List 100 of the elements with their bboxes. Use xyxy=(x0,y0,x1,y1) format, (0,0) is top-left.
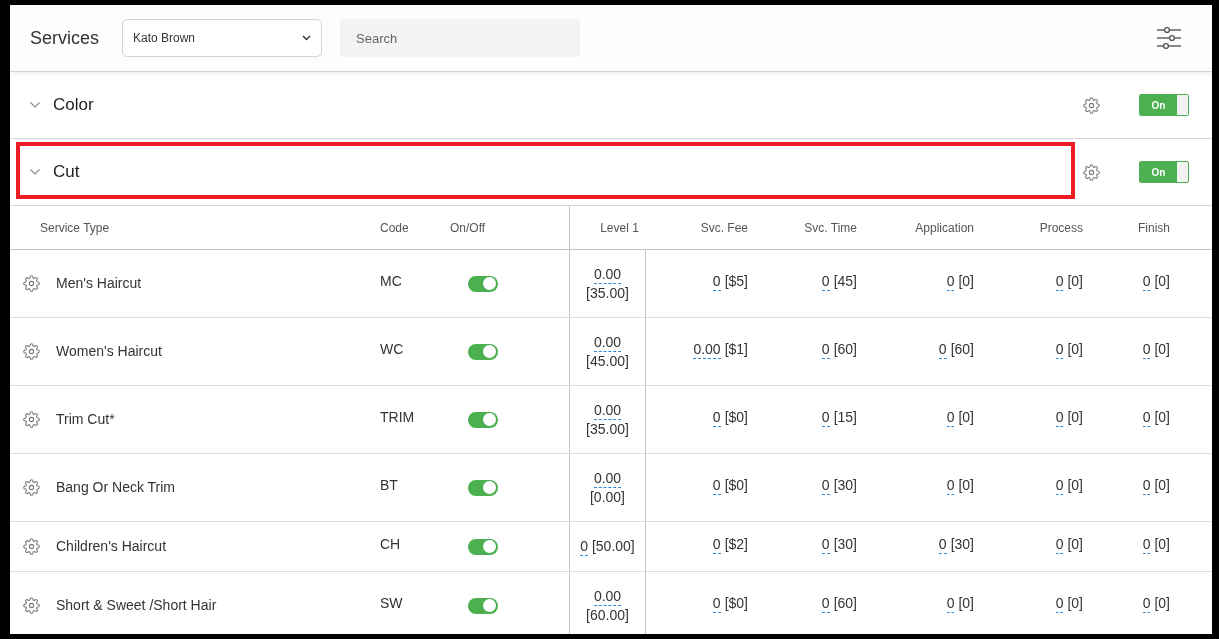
default-value: [0] xyxy=(1067,536,1083,554)
filter-sliders-icon[interactable] xyxy=(1157,27,1181,49)
editable-value[interactable]: 0.00 xyxy=(593,588,622,606)
toggle-switch[interactable] xyxy=(468,538,498,555)
category-title[interactable]: Cut xyxy=(53,159,80,185)
toggle-switch[interactable] xyxy=(468,597,498,614)
service-name: Children's Haircut xyxy=(56,537,167,556)
editable-value[interactable]: 0 xyxy=(821,536,830,554)
editable-value[interactable]: 0 xyxy=(712,409,721,427)
gear-icon[interactable] xyxy=(23,597,40,614)
editable-value[interactable]: 0 xyxy=(938,341,947,359)
default-value: [0] xyxy=(1154,409,1170,427)
default-value: [$0] xyxy=(724,409,748,427)
editable-value[interactable]: 0 xyxy=(712,273,721,291)
editable-value[interactable]: 0 xyxy=(712,536,721,554)
column-header: Svc. Time xyxy=(804,219,857,237)
default-value: [0] xyxy=(1067,273,1083,291)
gear-icon[interactable] xyxy=(1083,163,1100,181)
service-code: BT xyxy=(380,476,398,495)
editable-value[interactable]: 0.00 xyxy=(593,266,622,284)
default-value: [$2] xyxy=(724,536,748,554)
chevron-down-icon[interactable] xyxy=(30,102,40,108)
toggle-switch[interactable] xyxy=(468,411,498,428)
default-value: [30] xyxy=(950,536,974,554)
editable-value[interactable]: 0 xyxy=(712,477,721,495)
page-title: Services xyxy=(30,27,100,48)
service-code: SW xyxy=(380,594,403,613)
default-value: [0] xyxy=(958,273,974,291)
gear-icon[interactable] xyxy=(23,538,40,555)
editable-value[interactable]: 0 xyxy=(821,273,830,291)
editable-value[interactable]: 0 xyxy=(1055,477,1064,495)
column-header: Service Type xyxy=(40,219,110,237)
editable-value[interactable]: 0 xyxy=(821,477,830,495)
service-code: TRIM xyxy=(380,408,415,427)
default-value: [60.00] xyxy=(586,606,629,624)
column-header: Svc. Fee xyxy=(700,219,748,237)
default-value: [0] xyxy=(1154,341,1170,359)
default-value: [0] xyxy=(958,477,974,495)
gear-icon[interactable] xyxy=(23,411,40,428)
search-field[interactable]: Search xyxy=(340,19,580,57)
editable-value[interactable]: 0.00 xyxy=(593,470,622,488)
service-name: Women's Haircut xyxy=(56,342,162,361)
editable-value[interactable]: 0 xyxy=(1055,409,1064,427)
default-value: [60] xyxy=(950,341,974,359)
editable-value[interactable]: 0 xyxy=(821,409,830,427)
editable-value[interactable]: 0 xyxy=(1055,536,1064,554)
editable-value[interactable]: 0 xyxy=(1055,595,1064,613)
editable-value[interactable]: 0 xyxy=(1142,477,1151,495)
default-value: [0] xyxy=(1154,477,1170,495)
editable-value[interactable]: 0 xyxy=(946,595,955,613)
editable-value[interactable]: 0 xyxy=(712,595,721,613)
editable-value[interactable]: 0 xyxy=(1055,341,1064,359)
default-value: [45.00] xyxy=(586,352,629,370)
default-value: [0] xyxy=(1154,595,1170,613)
editable-value[interactable]: 0 xyxy=(1055,273,1064,291)
column-header: Application xyxy=(915,219,974,237)
toggle-switch[interactable] xyxy=(468,343,498,360)
editable-value[interactable]: 0 xyxy=(1142,273,1151,291)
default-value: [$1] xyxy=(724,341,748,359)
default-value: [0] xyxy=(1067,595,1083,613)
editable-value[interactable]: 0.00 xyxy=(693,341,721,359)
editable-value[interactable]: 0.00 xyxy=(593,402,622,420)
gear-icon[interactable] xyxy=(23,479,40,496)
editable-value[interactable]: 0 xyxy=(580,538,589,556)
editable-value[interactable]: 0 xyxy=(946,477,955,495)
editable-value[interactable]: 0 xyxy=(1142,595,1151,613)
editable-value[interactable]: 0 xyxy=(938,536,947,554)
editable-value[interactable]: 0 xyxy=(946,409,955,427)
category-title[interactable]: Color xyxy=(53,92,94,118)
editable-value[interactable]: 0 xyxy=(821,595,830,613)
default-value: [50.00] xyxy=(591,537,635,555)
service-name: Short & Sweet /Short Hair xyxy=(56,596,217,615)
editable-value[interactable]: 0 xyxy=(821,341,830,359)
default-value: [$5] xyxy=(724,273,748,291)
column-header: Finish xyxy=(1138,219,1170,237)
service-code: WC xyxy=(380,340,404,359)
default-value: [0] xyxy=(1154,273,1170,291)
editable-value[interactable]: 0 xyxy=(1142,536,1151,554)
chevron-down-icon[interactable] xyxy=(30,169,40,175)
default-value: [30] xyxy=(833,536,857,554)
service-name: Trim Cut* xyxy=(56,410,115,429)
editable-value[interactable]: 0 xyxy=(946,273,955,291)
editable-value[interactable]: 0 xyxy=(1142,341,1151,359)
gear-icon[interactable] xyxy=(23,343,40,360)
column-header: Code xyxy=(380,219,409,237)
gear-icon[interactable] xyxy=(23,275,40,292)
editable-value[interactable]: 0 xyxy=(1142,409,1151,427)
column-header: Level 1 xyxy=(600,219,639,237)
default-value: [0] xyxy=(1067,477,1083,495)
gear-icon[interactable] xyxy=(1083,96,1100,114)
default-value: [0.00] xyxy=(590,488,625,506)
default-value: [15] xyxy=(833,409,857,427)
default-value: [0] xyxy=(958,595,974,613)
staff-dropdown[interactable]: Kato Brown xyxy=(122,19,322,57)
toggle-switch[interactable] xyxy=(468,479,498,496)
toggle-switch[interactable] xyxy=(468,275,498,292)
service-code: MC xyxy=(380,272,402,291)
editable-value[interactable]: 0.00 xyxy=(593,334,622,352)
default-value: [60] xyxy=(833,595,857,613)
default-value: [45] xyxy=(833,273,857,291)
